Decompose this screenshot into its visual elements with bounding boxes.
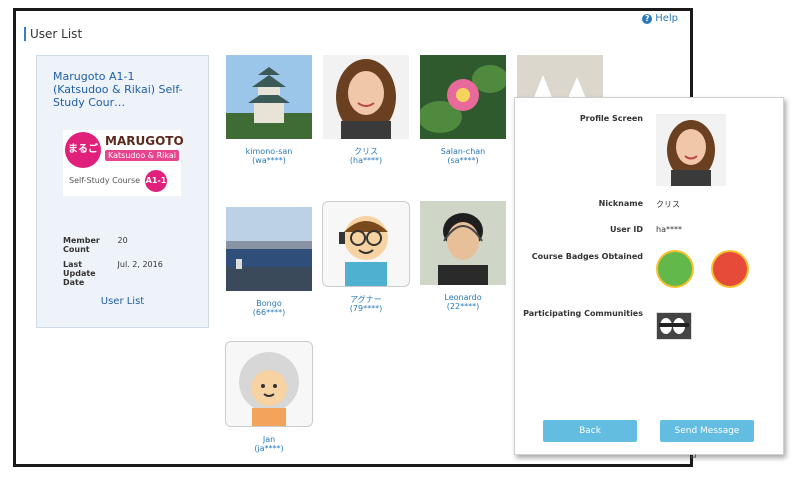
user-name: アグナー (350, 295, 382, 304)
user-card[interactable]: Leonardo (22****) (418, 201, 508, 311)
logo-sub: Katsudoo & Rikai (105, 150, 179, 161)
user-name: Jan (262, 435, 276, 444)
back-button[interactable]: Back (543, 420, 637, 442)
user-photo (323, 55, 409, 139)
corner-mark: ↵ (690, 453, 698, 463)
user-name: Bongo (256, 299, 282, 308)
profile-panel: Profile Screen Nickname クリス User ID ha**… (514, 97, 784, 455)
user-id: (22****) (446, 302, 480, 311)
page-title: User List (24, 27, 82, 41)
user-photo (420, 201, 506, 285)
last-update-row: Last Update Date Jul. 2, 2016 (63, 260, 163, 287)
profile-photo (656, 114, 726, 188)
user-id: (ha****) (349, 156, 383, 165)
user-card[interactable]: Jan (ja****) (224, 341, 314, 453)
user-id: (wa****) (252, 156, 286, 165)
badges-label: Course Badges Obtained (531, 252, 643, 261)
user-id-value: ha**** (656, 225, 682, 234)
user-photo (226, 207, 312, 291)
logo-circle: まるごと (65, 132, 101, 191)
user-avatar-cartoon (225, 341, 313, 427)
user-card[interactable]: アグナー (79****) (321, 201, 411, 313)
last-update-value: Jul. 2, 2016 (117, 260, 163, 269)
user-photo (226, 55, 312, 139)
logo-level: A1-1 (145, 170, 167, 192)
logo-caption: Self-Study Course (69, 176, 141, 185)
course-badge-icon (711, 250, 749, 288)
user-avatar-cartoon (322, 201, 410, 287)
member-count-label: Member Count (63, 236, 100, 254)
profile-screen-label: Profile Screen (579, 114, 643, 123)
communities-label: Participating Communities (523, 309, 643, 318)
send-message-button[interactable]: Send Message (660, 420, 754, 442)
nickname-value: クリス (656, 200, 680, 209)
user-card[interactable]: クリス (ha****) (321, 55, 411, 165)
community-icon[interactable] (656, 312, 692, 340)
user-id: (ja****) (254, 444, 284, 453)
question-icon: ? (642, 13, 653, 24)
user-card[interactable]: Salan-chan (sa****) (418, 55, 508, 165)
user-name: Leonardo (444, 293, 482, 302)
course-logo: まるごと MARUGOTO Katsudoo & Rikai Self-Stud… (63, 130, 184, 196)
nickname-label: Nickname (598, 199, 643, 208)
user-photo (420, 55, 506, 139)
user-card[interactable]: kimono-san (wa****) (224, 55, 314, 165)
user-id: (79****) (349, 304, 383, 313)
member-count-value: 20 (117, 236, 128, 245)
course-card: Marugoto A1-1 (Katsudoo & Rikai) Self-St… (36, 55, 209, 328)
user-id: (sa****) (447, 156, 479, 165)
user-name: Salan-chan (440, 147, 486, 156)
user-card[interactable]: Bongo (66****) (224, 207, 314, 317)
user-name: クリス (354, 147, 378, 156)
logo-word: MARUGOTO (105, 134, 184, 148)
member-count-row: Member Count 20 (63, 236, 128, 254)
course-title[interactable]: Marugoto A1-1 (Katsudoo & Rikai) Self-St… (53, 70, 193, 109)
last-update-label: Last Update Date (63, 260, 96, 287)
course-badge-icon (656, 250, 694, 288)
user-name: kimono-san (245, 147, 293, 156)
user-id: (66****) (252, 308, 286, 317)
user-list-link[interactable]: User List (37, 296, 208, 307)
user-id-label: User ID (609, 225, 643, 234)
help-link[interactable]: ? Help (642, 13, 678, 24)
help-label: Help (655, 13, 678, 24)
